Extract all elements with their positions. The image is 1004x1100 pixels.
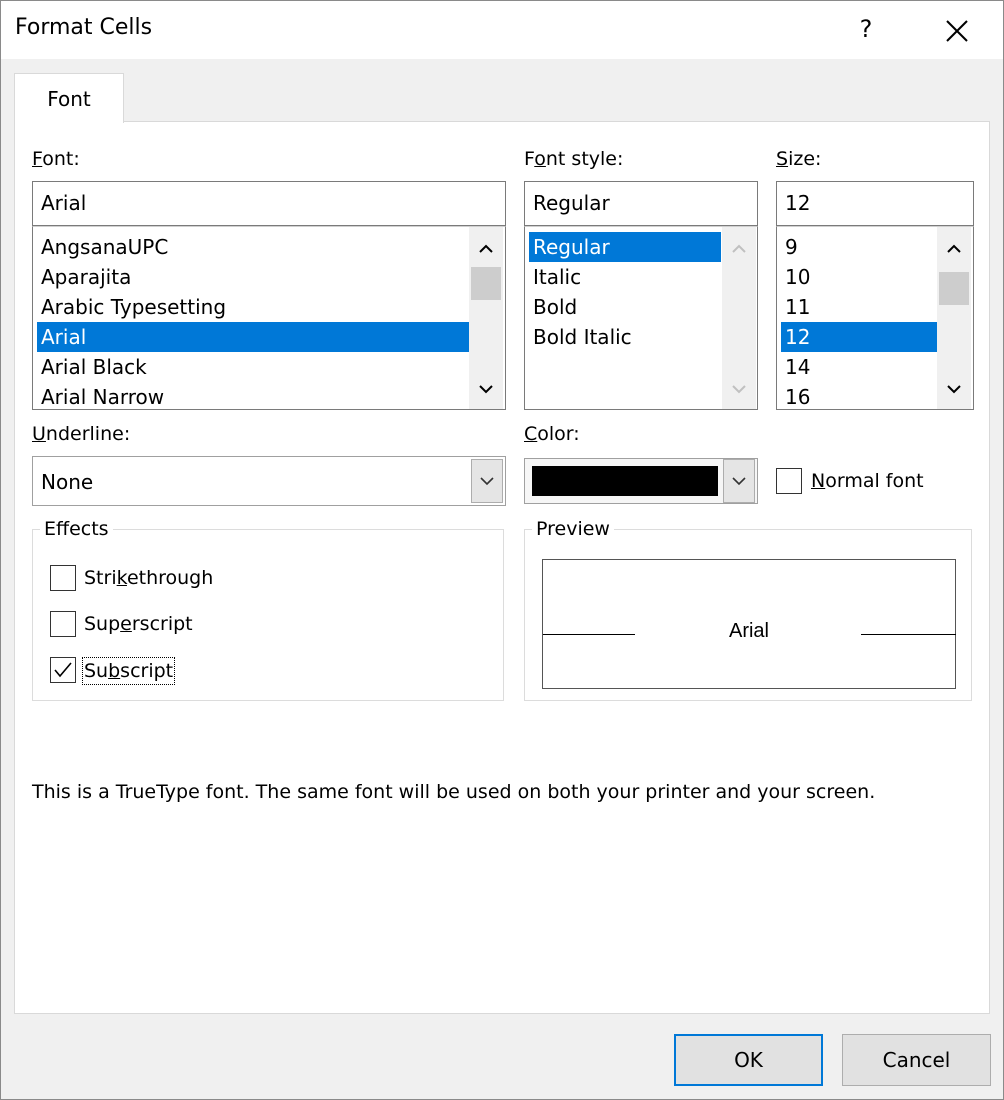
list-item[interactable]: 9 xyxy=(781,232,937,262)
format-cells-dialog: Format Cells ? Font Font: Font style: Si… xyxy=(0,0,1004,1100)
underline-select[interactable]: None xyxy=(32,456,506,506)
chevron-down-icon xyxy=(732,477,746,486)
strikethrough-label[interactable]: Strikethrough xyxy=(84,567,213,589)
font-label: Font: xyxy=(32,148,80,170)
list-item[interactable]: Bold Italic xyxy=(529,322,721,352)
list-item[interactable]: Bold xyxy=(529,292,721,322)
size-list[interactable]: 9 10 11 12 14 16 xyxy=(776,226,974,410)
color-picker[interactable] xyxy=(524,458,758,504)
scroll-up-button[interactable] xyxy=(469,231,503,265)
effects-title: Effects xyxy=(40,518,113,540)
chevron-up-icon xyxy=(947,244,961,253)
list-item[interactable]: 16 xyxy=(781,382,937,409)
list-item[interactable]: Arial Narrow xyxy=(37,382,469,409)
font-list-scrollbar[interactable] xyxy=(469,227,503,409)
color-swatch xyxy=(532,466,718,496)
font-style-input[interactable]: Regular xyxy=(524,181,758,226)
preview-box: Arial xyxy=(542,559,956,689)
preview-title: Preview xyxy=(532,518,614,540)
chevron-up-icon xyxy=(479,244,493,253)
list-item[interactable]: Italic xyxy=(529,262,721,292)
list-item[interactable]: Aparajita xyxy=(37,262,469,292)
scroll-down-button[interactable] xyxy=(469,373,503,407)
font-style-scrollbar[interactable] xyxy=(722,227,756,409)
cancel-button[interactable]: Cancel xyxy=(842,1034,991,1086)
superscript-label[interactable]: Superscript xyxy=(84,613,193,635)
chevron-down-icon xyxy=(732,385,746,394)
font-input[interactable]: Arial xyxy=(32,181,506,226)
scroll-down-button[interactable] xyxy=(722,373,756,407)
strikethrough-checkbox[interactable] xyxy=(50,565,76,591)
scroll-thumb[interactable] xyxy=(471,267,501,300)
color-label: Color: xyxy=(524,423,580,445)
font-style-label: Font style: xyxy=(524,148,624,170)
preview-sample-text: Arial xyxy=(728,620,769,642)
list-item-selected[interactable]: Regular xyxy=(529,232,721,262)
list-item[interactable]: Arial Black xyxy=(37,352,469,382)
help-button[interactable]: ? xyxy=(841,5,891,55)
size-label: Size: xyxy=(776,148,822,170)
scroll-up-button[interactable] xyxy=(937,231,971,265)
ok-button[interactable]: OK xyxy=(674,1034,823,1086)
underline-label: Underline: xyxy=(32,423,131,445)
size-list-scrollbar[interactable] xyxy=(937,227,971,409)
subscript-checkbox[interactable] xyxy=(50,657,76,683)
close-button[interactable] xyxy=(929,5,985,55)
normal-font-label[interactable]: Normal font xyxy=(811,470,924,492)
scroll-thumb[interactable] xyxy=(939,272,969,305)
subscript-label[interactable]: Subscript xyxy=(82,657,176,685)
list-item[interactable]: 10 xyxy=(781,262,937,292)
normal-font-checkbox[interactable] xyxy=(776,468,802,494)
scroll-down-button[interactable] xyxy=(937,373,971,407)
size-input[interactable]: 12 xyxy=(776,181,974,226)
list-item-selected[interactable]: 12 xyxy=(781,322,937,352)
chevron-down-icon xyxy=(480,477,494,486)
font-style-list[interactable]: Regular Italic Bold Bold Italic xyxy=(524,226,758,410)
font-info-text: This is a TrueType font. The same font w… xyxy=(32,781,876,803)
underline-value: None xyxy=(41,470,94,494)
list-item-selected[interactable]: Arial xyxy=(37,322,469,352)
chevron-up-icon xyxy=(732,244,746,253)
color-dropdown-button[interactable] xyxy=(723,459,755,503)
underline-dropdown-button[interactable] xyxy=(471,459,503,503)
title-bar: Format Cells ? xyxy=(1,1,1003,59)
scroll-up-button[interactable] xyxy=(722,231,756,265)
chevron-down-icon xyxy=(947,385,961,394)
list-item[interactable]: 14 xyxy=(781,352,937,382)
list-item[interactable]: Arabic Typesetting xyxy=(37,292,469,322)
superscript-checkbox[interactable] xyxy=(50,611,76,637)
list-item[interactable]: AngsanaUPC xyxy=(37,232,469,262)
list-item[interactable]: 11 xyxy=(781,292,937,322)
chevron-down-icon xyxy=(479,385,493,394)
font-list[interactable]: AngsanaUPC Aparajita Arabic Typesetting … xyxy=(32,226,506,410)
close-icon xyxy=(946,20,968,42)
tab-font[interactable]: Font xyxy=(14,73,124,123)
preview-baseline-right xyxy=(861,634,956,635)
checkmark-icon xyxy=(54,662,72,678)
window-title: Format Cells xyxy=(15,15,153,40)
